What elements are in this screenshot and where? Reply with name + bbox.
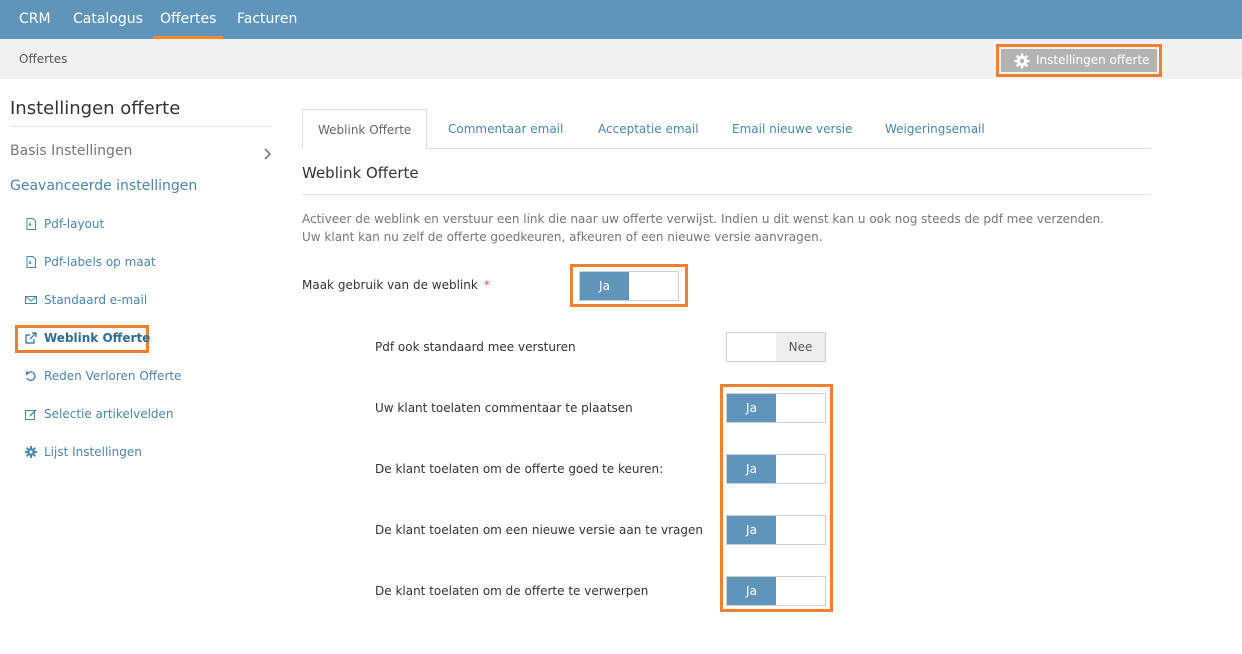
comment-field-label: Uw klant toelaten commentaar te plaatsen [375, 401, 633, 415]
settings-offerte-button[interactable]: Instellingen offerte [1001, 49, 1157, 72]
tab-acceptatie-email[interactable]: Acceptatie email [598, 109, 699, 149]
pdf-file-icon [26, 218, 36, 230]
external-link-icon [25, 332, 37, 344]
toggle-on-label: Ja [580, 272, 629, 300]
toggle-on-label: Ja [727, 577, 776, 605]
approve-field-label: De klant toelaten om de offerte goed te … [375, 462, 664, 476]
gear-icon [1014, 53, 1030, 69]
section-divider [302, 194, 1151, 195]
envelope-icon [25, 296, 37, 304]
comment-toggle[interactable]: Ja [726, 393, 826, 423]
nav-item-catalogus[interactable]: Catalogus [73, 0, 143, 39]
sidebar-item-label: Lijst Instellingen [44, 445, 142, 459]
nav-item-offertes[interactable]: Offertes [153, 0, 224, 39]
chevron-right-icon[interactable] [262, 147, 272, 161]
edit-icon [25, 409, 37, 420]
toggle-on-label: Ja [727, 394, 776, 422]
new-version-field-label: De klant toelaten om een nieuwe versie a… [375, 523, 704, 537]
description-line-2: Uw klant kan nu zelf de offerte goedkeur… [302, 230, 823, 244]
tab-weblink-offerte[interactable]: Weblink Offerte [302, 109, 428, 149]
toggle-on-label: Ja [727, 516, 776, 544]
sidebar-item-label: Reden Verloren Offerte [44, 369, 182, 383]
nav-item-crm[interactable]: CRM [19, 0, 51, 39]
sidebar-item-basis-instellingen[interactable]: Basis Instellingen [10, 143, 132, 159]
section-title: Weblink Offerte [302, 164, 419, 182]
reject-toggle[interactable]: Ja [726, 576, 826, 606]
sidebar-divider [10, 126, 272, 127]
new-version-toggle[interactable]: Ja [726, 515, 826, 545]
tab-weigeringsemail[interactable]: Weigeringsemail [885, 109, 985, 149]
required-marker: * [483, 278, 490, 292]
pdf-file-icon [26, 256, 36, 268]
pdf-toggle[interactable]: Nee [726, 332, 826, 362]
reject-field-label: De klant toelaten om de offerte te verwe… [375, 584, 649, 598]
sidebar-item-label: Standaard e-mail [44, 293, 148, 307]
toggle-off-label: Nee [776, 333, 825, 361]
sidebar-item-geavanceerde-instellingen[interactable]: Geavanceerde instellingen [10, 178, 197, 194]
description-line-1: Activeer de weblink en verstuur een link… [302, 212, 1105, 226]
cog-icon [25, 446, 37, 458]
section-description: Activeer de weblink en verstuur een link… [302, 210, 1142, 246]
sidebar-item-label: Pdf-labels op maat [44, 255, 156, 269]
weblink-toggle[interactable]: Ja [579, 271, 679, 301]
breadcrumb[interactable]: Offertes [19, 39, 67, 79]
top-navigation: CRM Catalogus Offertes Facturen [0, 0, 1242, 39]
nav-item-facturen[interactable]: Facturen [237, 0, 297, 39]
pdf-field-label: Pdf ook standaard mee versturen [375, 340, 576, 354]
tabs-divider [302, 148, 1151, 149]
undo-icon [26, 371, 36, 382]
tab-email-nieuwe-versie[interactable]: Email nieuwe versie [732, 109, 852, 149]
settings-button-highlight: Instellingen offerte [996, 44, 1162, 77]
approve-toggle[interactable]: Ja [726, 454, 826, 484]
settings-offerte-label: Instellingen offerte [1036, 53, 1150, 67]
toggle-on-label: Ja [727, 455, 776, 483]
weblink-label-text: Maak gebruik van de weblink [302, 278, 478, 292]
sidebar-item-label: Selectie artikelvelden [44, 407, 174, 421]
weblink-field-label: Maak gebruik van de weblink * [302, 278, 490, 292]
sidebar-item-label: Pdf-layout [44, 217, 105, 231]
sidebar-item-label: Weblink Offerte [44, 331, 151, 345]
tab-commentaar-email[interactable]: Commentaar email [448, 109, 563, 149]
sidebar-title: Instellingen offerte [10, 98, 181, 119]
